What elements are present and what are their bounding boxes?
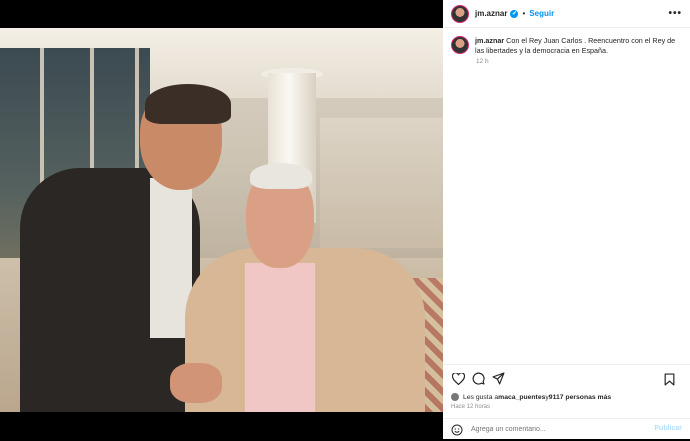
header-separator: • [522,9,526,18]
photo-lobby [320,118,443,248]
person-right-shirt [245,263,315,412]
post-time-ago: Hace 12 horas [451,404,491,410]
post-photo[interactable] [0,28,443,412]
publish-button[interactable]: Publicar [654,425,682,432]
verified-badge-icon: ✔ [510,9,519,18]
comment-input[interactable] [471,425,641,433]
author-avatar[interactable] [451,4,469,23]
caption-avatar[interactable] [451,36,469,54]
bookmark-icon[interactable] [662,372,676,386]
follow-button[interactable]: Seguir [529,9,554,18]
caption-timestamp: 12 h [476,58,489,65]
person-left-hair [145,84,231,124]
liker-avatar[interactable] [451,393,459,401]
post-caption: jm.aznar Con el Rey Juan Carlos . Reencu… [451,36,683,55]
liker-username[interactable]: maca_puentes [498,394,545,401]
likes-prefix: Les gusta a [463,393,499,401]
caption-username[interactable]: jm.aznar [475,36,504,45]
more-options-icon[interactable]: ••• [668,8,682,19]
emoji-icon[interactable] [451,423,463,436]
comment-composer: Publicar [443,418,690,439]
caption-text-block: jm.aznar Con el Rey Juan Carlos . Reencu… [475,36,683,55]
instagram-post-modal: jm.aznar ✔ • Seguir ••• jm.aznar Con el … [0,0,690,439]
likes-summary: Les gusta a maca_puentes y 9117 personas… [451,393,611,401]
action-bar [443,364,690,392]
share-icon[interactable] [491,372,505,386]
author-username[interactable]: jm.aznar [475,9,507,18]
caption-text: Con el Rey Juan Carlos . Reencuentro con… [475,36,676,55]
person-right-hair [250,163,312,189]
comment-icon[interactable] [471,372,485,386]
post-sidebar: jm.aznar ✔ • Seguir ••• jm.aznar Con el … [443,0,690,439]
likes-count[interactable]: 9117 personas más [549,394,611,401]
clasped-hands [170,363,222,403]
heart-icon[interactable] [451,372,465,386]
post-header: jm.aznar ✔ • Seguir ••• [443,0,690,28]
